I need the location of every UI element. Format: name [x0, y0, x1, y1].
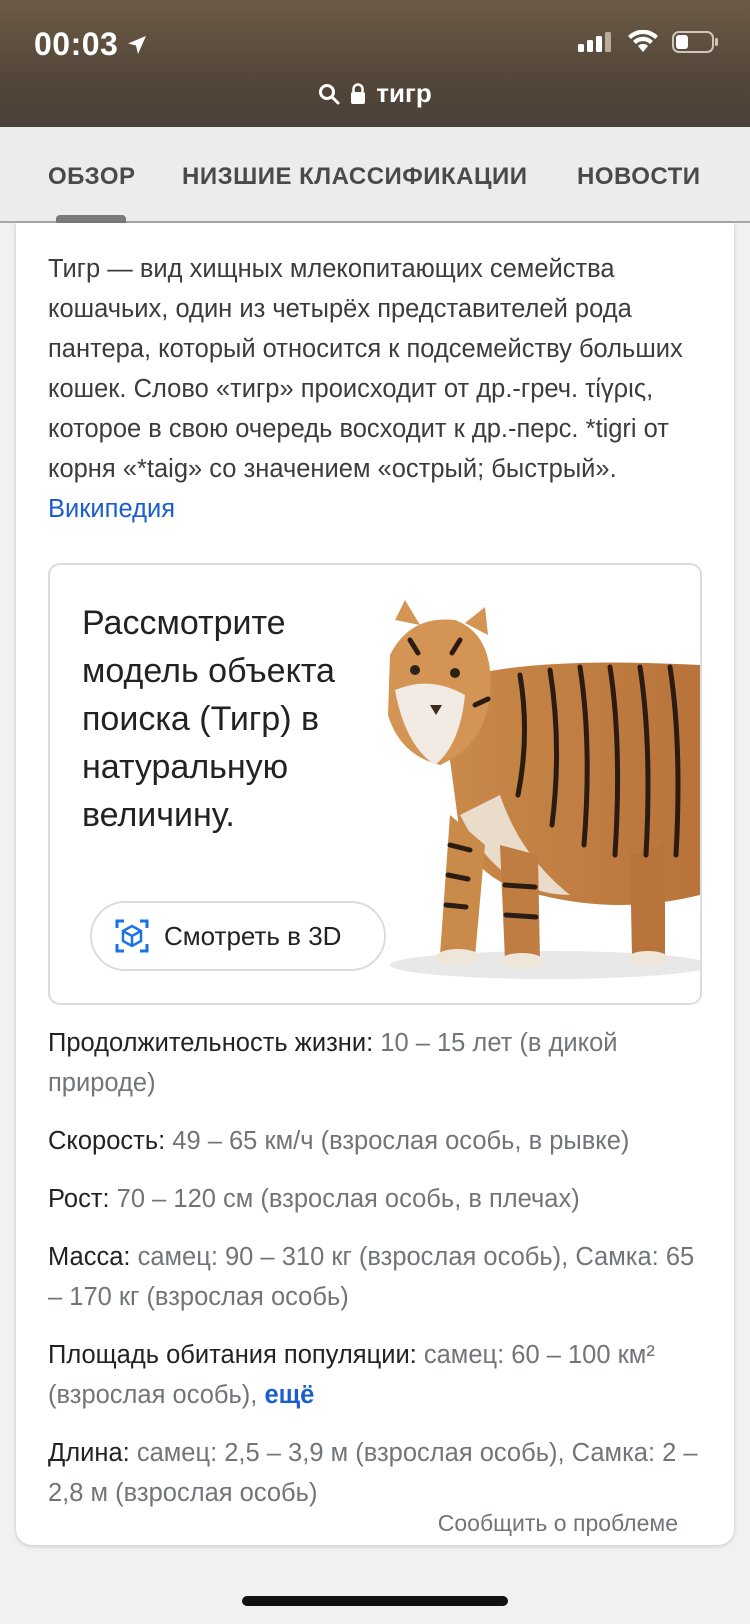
tab-bar: ОБЗОР НИЗШИЕ КЛАССИФИКАЦИИ НОВОСТИ	[0, 127, 750, 223]
fact-label: Длина:	[48, 1439, 130, 1467]
tab-overview[interactable]: ОБЗОР	[48, 163, 136, 191]
report-problem-link[interactable]: Сообщить о проблеме	[438, 1510, 678, 1537]
fact-mass: Масса: самец: 90 – 310 кг (взрослая особ…	[48, 1237, 708, 1317]
fact-label: Рост:	[48, 1185, 110, 1213]
wifi-icon	[628, 30, 658, 52]
cellular-signal-icon	[578, 32, 611, 52]
browser-top-bar: 00:03 тигр	[0, 0, 750, 127]
tab-news[interactable]: НОВОСТИ	[577, 163, 701, 191]
fact-value: самец: 2,5 – 3,9 м (взрослая особь), Сам…	[48, 1439, 698, 1507]
fact-label: Масса:	[48, 1243, 131, 1271]
fact-length: Длина: самец: 2,5 – 3,9 м (взрослая особ…	[48, 1433, 708, 1513]
wikipedia-link[interactable]: Википедия	[48, 495, 175, 523]
url-query: тигр	[376, 78, 432, 108]
fact-lifespan: Продолжительность жизни: 10 – 15 лет (в …	[48, 1023, 708, 1103]
fact-value: 70 – 120 см (взрослая особь, в плечах)	[109, 1185, 580, 1213]
knowledge-card: Тигр — вид хищных млекопитающих семейств…	[16, 223, 734, 1545]
fact-habitat-area: Площадь обитания популяции: самец: 60 – …	[48, 1335, 708, 1415]
active-tab-indicator	[56, 215, 126, 223]
description: Тигр — вид хищных млекопитающих семейств…	[48, 249, 708, 529]
fact-label: Продолжительность жизни:	[48, 1029, 374, 1057]
url-bar[interactable]: тигр	[0, 78, 750, 109]
tab-lower-classifications[interactable]: НИЗШИЕ КЛАССИФИКАЦИИ	[182, 163, 528, 191]
fact-value: 49 – 65 км/ч (взрослая особь, в рывке)	[165, 1127, 630, 1155]
description-text: Тигр — вид хищных млекопитающих семейств…	[48, 255, 683, 483]
location-arrow-icon	[128, 35, 147, 54]
view-in-3d-button[interactable]: Смотреть в 3D	[90, 901, 386, 971]
view-in-3d-label: Смотреть в 3D	[164, 920, 342, 951]
fact-height: Рост: 70 – 120 см (взрослая особь, в пле…	[48, 1179, 708, 1219]
facts-list: Продолжительность жизни: 10 – 15 лет (в …	[48, 1023, 708, 1531]
view-in-3d-panel[interactable]: Рассмотрите модель объекта поиска (Тигр)…	[48, 563, 702, 1005]
tiger-3d-model-image[interactable]	[370, 595, 700, 995]
battery-icon	[672, 31, 718, 53]
home-indicator[interactable]	[242, 1596, 508, 1606]
more-link[interactable]: ещё	[264, 1381, 314, 1409]
fact-label: Скорость:	[48, 1127, 166, 1155]
view-in-3d-prompt: Рассмотрите модель объекта поиска (Тигр)…	[82, 604, 335, 834]
lock-icon	[351, 82, 366, 104]
search-icon	[319, 83, 340, 104]
status-time-text: 00:03	[34, 26, 119, 62]
status-time: 00:03	[34, 26, 148, 63]
fact-value: самец: 90 – 310 кг (взрослая особь), Сам…	[48, 1243, 695, 1311]
status-icons	[578, 30, 720, 54]
fact-speed: Скорость: 49 – 65 км/ч (взрослая особь, …	[48, 1121, 708, 1161]
cube-3d-icon	[115, 919, 149, 953]
fact-label: Площадь обитания популяции:	[48, 1341, 417, 1369]
